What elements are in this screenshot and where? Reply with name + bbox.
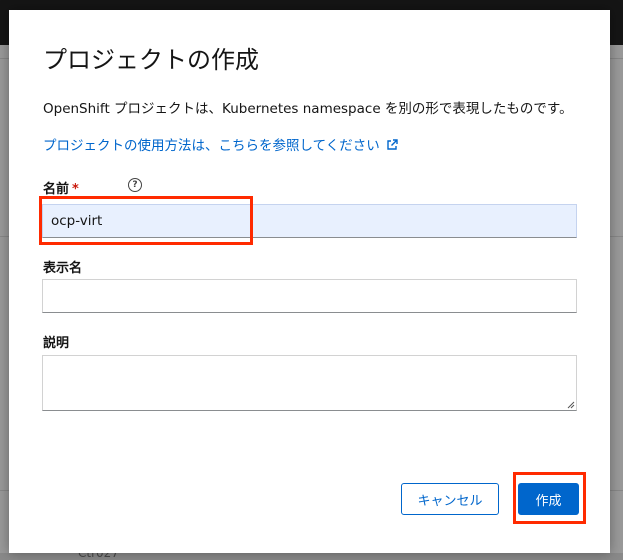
name-label: 名前 * (43, 178, 79, 197)
dialog-description: OpenShift プロジェクトは、Kubernetes namespace を… (43, 101, 573, 117)
name-label-text: 名前 (43, 182, 70, 197)
dialog-title: プロジェクトの作成 (43, 46, 259, 74)
display-name-label: 表示名 (43, 261, 83, 276)
cancel-button[interactable]: キャンセル (401, 483, 499, 515)
project-name-input[interactable]: ocp-virt (42, 204, 577, 238)
create-project-dialog: プロジェクトの作成 OpenShift プロジェクトは、Kubernetes n… (9, 10, 610, 553)
description-textarea[interactable] (42, 355, 577, 411)
external-link-icon (386, 139, 398, 155)
create-button[interactable]: 作成 (518, 483, 579, 515)
project-help-link[interactable]: プロジェクトの使用方法は、こちらを参照してください (43, 134, 398, 155)
description-label: 説明 (43, 336, 70, 351)
display-name-input[interactable] (42, 279, 577, 313)
help-icon[interactable]: ? (128, 178, 142, 192)
project-help-link-text: プロジェクトの使用方法は、こちらを参照してください (43, 138, 380, 154)
required-marker: * (72, 182, 79, 197)
